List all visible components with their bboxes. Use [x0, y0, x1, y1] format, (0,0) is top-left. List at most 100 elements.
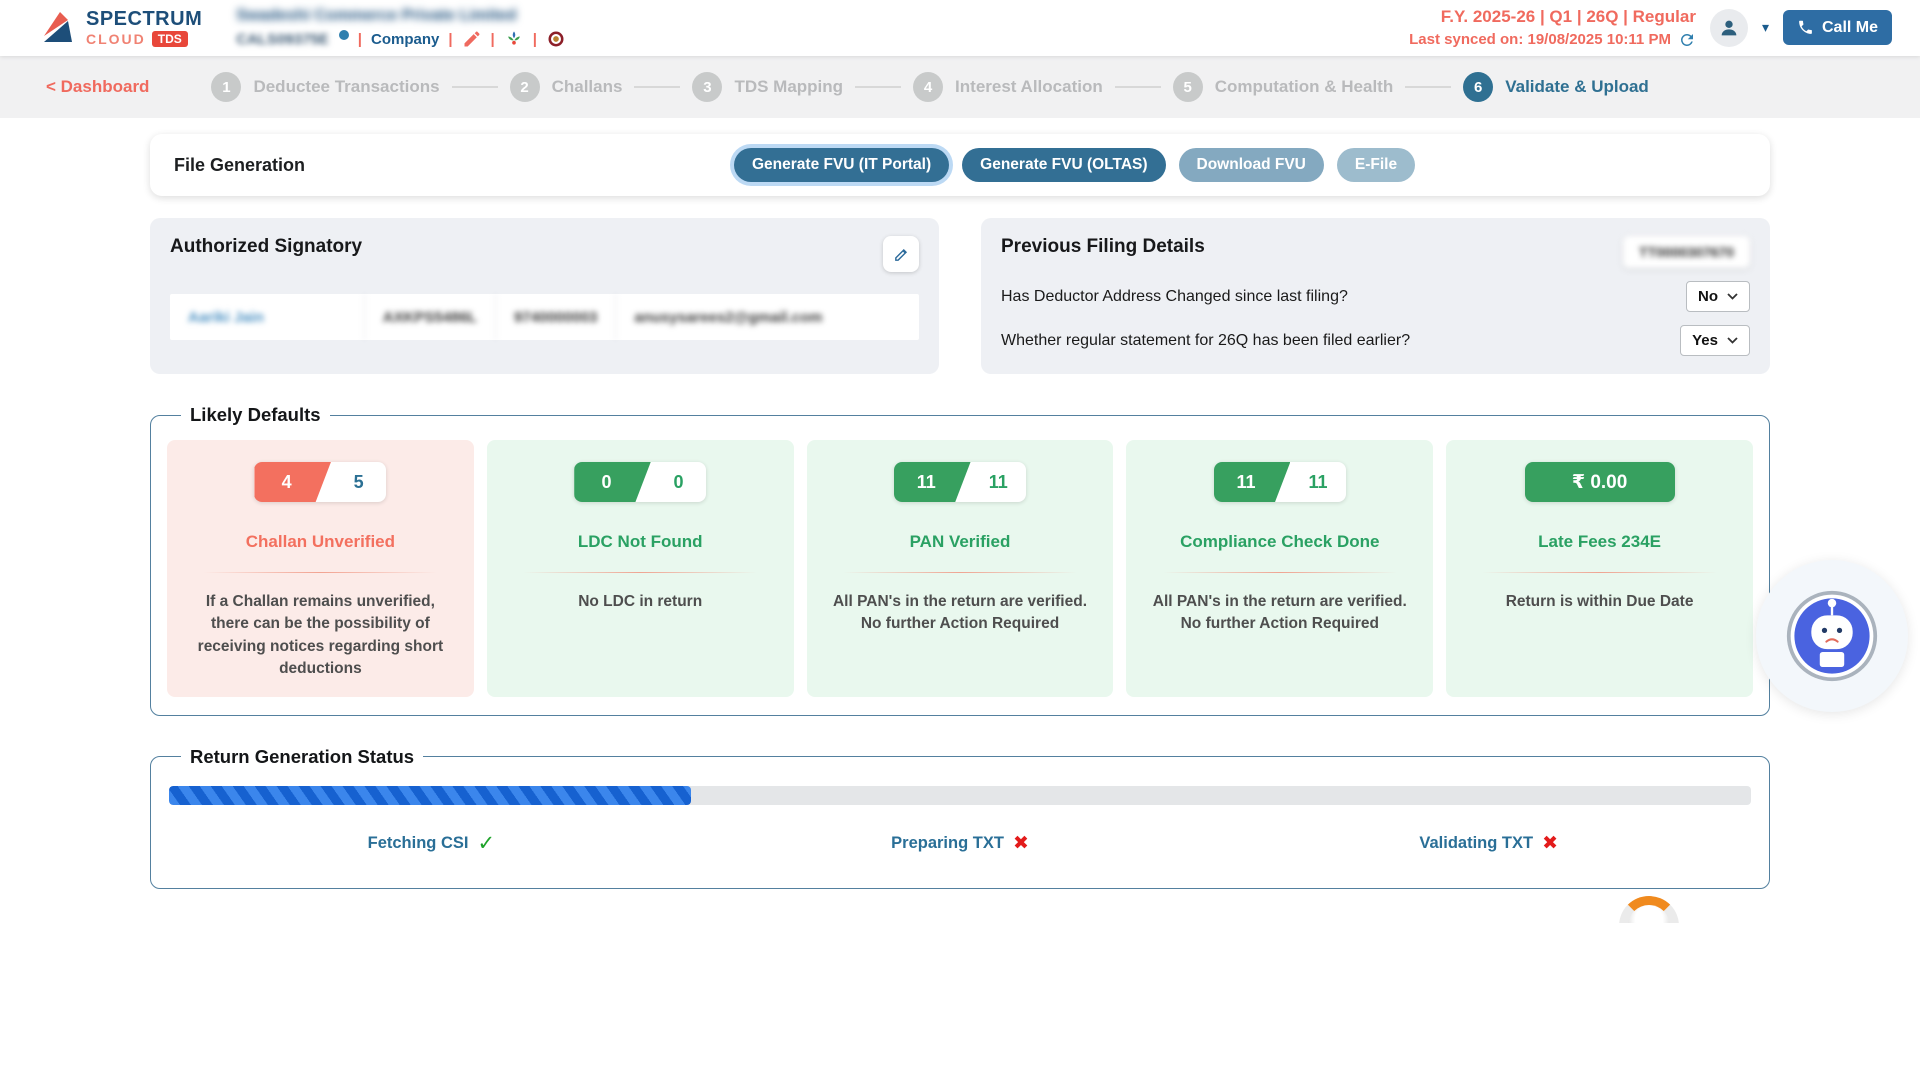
- defaults-count-badge: 0 0: [574, 462, 706, 502]
- regular-statement-value: Yes: [1692, 332, 1718, 349]
- step-label: Computation & Health: [1215, 77, 1394, 97]
- stage-label: Preparing TXT: [891, 834, 1004, 853]
- call-me-label: Call Me: [1822, 19, 1878, 37]
- separator: |: [448, 31, 452, 48]
- cross-icon: ✖: [1542, 832, 1558, 855]
- count-right: 11: [1290, 462, 1345, 502]
- count-right: 0: [651, 462, 706, 502]
- traces-flower-icon[interactable]: [504, 29, 524, 49]
- step-number: 6: [1463, 72, 1493, 102]
- info-dot-icon: [339, 30, 349, 40]
- edit-pencil-icon[interactable]: [462, 29, 482, 49]
- signatory-row: Aariki Jain AXKPS5486L 9740000003 anusys…: [170, 294, 919, 340]
- stage-label: Fetching CSI: [368, 834, 469, 853]
- step-computation-health[interactable]: 5 Computation & Health: [1173, 72, 1394, 102]
- download-fvu-button[interactable]: Download FVU: [1179, 148, 1324, 182]
- e-file-button[interactable]: E-File: [1337, 148, 1415, 182]
- spectrum-logo-icon: [38, 8, 78, 48]
- fy-quarter-form-text: F.Y. 2025-26 | Q1 | 26Q | Regular: [1409, 5, 1696, 30]
- stage-validating-txt: Validating TXT ✖: [1224, 831, 1753, 856]
- brand-logo: SPECTRUM CLOUD TDS: [38, 8, 202, 48]
- edit-pencil-icon: [893, 246, 910, 263]
- signatory-name[interactable]: Aariki Jain: [170, 294, 365, 340]
- compliance-check-card: 11 11 Compliance Check Done All PAN's in…: [1126, 440, 1433, 697]
- card-title: LDC Not Found: [578, 532, 703, 552]
- income-tax-emblem-icon[interactable]: [546, 29, 566, 49]
- address-changed-select[interactable]: No: [1686, 281, 1750, 312]
- divider: [843, 572, 1077, 573]
- card-title: Challan Unverified: [246, 532, 395, 552]
- divider: [203, 572, 437, 573]
- challan-unverified-card: 4 5 Challan Unverified If a Challan rema…: [167, 440, 474, 697]
- card-description: If a Challan remains unverified, there c…: [181, 591, 460, 681]
- company-block: Swadeshi Commerce Private Limited CALS09…: [236, 7, 566, 49]
- cross-icon: ✖: [1013, 832, 1029, 855]
- previous-filing-title: Previous Filing Details: [1001, 236, 1205, 258]
- count-right: 11: [971, 462, 1026, 502]
- step-connector: [855, 86, 901, 88]
- step-deductee-transactions[interactable]: 1 Deductee Transactions: [211, 72, 439, 102]
- generate-fvu-oltas-button[interactable]: Generate FVU (OLTAS): [962, 148, 1165, 182]
- step-connector: [634, 86, 680, 88]
- step-label: Interest Allocation: [955, 77, 1103, 97]
- step-connector: [1115, 86, 1161, 88]
- card-description: All PAN's in the return are verified. No…: [1140, 591, 1419, 636]
- late-fees-card: ₹ 0.00 Late Fees 234E Return is within D…: [1446, 440, 1753, 697]
- card-title: Late Fees 234E: [1538, 532, 1661, 552]
- step-number: 3: [692, 72, 722, 102]
- signatory-mobile: 9740000003: [496, 294, 616, 340]
- defaults-count-badge: 11 11: [894, 462, 1026, 502]
- separator: |: [533, 31, 537, 48]
- count-left: 11: [1214, 462, 1291, 502]
- tan-number: CALS09375E: [236, 31, 329, 48]
- main-content: File Generation Generate FVU (IT Portal)…: [0, 134, 1920, 889]
- brand-badge: TDS: [152, 31, 188, 47]
- signatory-email: anusysarees2@gmail.com: [616, 294, 919, 340]
- step-tds-mapping[interactable]: 3 TDS Mapping: [692, 72, 843, 102]
- card-description: No LDC in return: [568, 591, 712, 613]
- stage-preparing-txt: Preparing TXT ✖: [696, 831, 1225, 856]
- authorized-signatory-card: Authorized Signatory Aariki Jain AXKPS54…: [150, 218, 939, 374]
- generate-fvu-it-portal-button[interactable]: Generate FVU (IT Portal): [734, 148, 949, 182]
- divider: [1482, 572, 1716, 573]
- spinner-ring-icon: [1619, 896, 1679, 923]
- stage-fetching-csi: Fetching CSI ✓: [167, 831, 696, 856]
- company-link[interactable]: Company: [371, 31, 439, 48]
- authorized-signatory-title: Authorized Signatory: [170, 236, 362, 258]
- step-validate-upload[interactable]: 6 Validate & Upload: [1463, 72, 1649, 102]
- step-number: 2: [510, 72, 540, 102]
- count-left: 11: [894, 462, 971, 502]
- edit-signatory-button[interactable]: [883, 236, 919, 272]
- signatory-pan: AXKPS5486L: [365, 294, 496, 340]
- refresh-icon[interactable]: [1678, 31, 1696, 49]
- step-label: Deductee Transactions: [253, 77, 439, 97]
- previous-receipt-number: TT0000307670: [1623, 236, 1750, 268]
- chevron-down-icon: [1727, 337, 1738, 344]
- step-label: Validate & Upload: [1505, 77, 1649, 97]
- likely-defaults-panel: Likely Defaults 4 5 Challan Unverified I…: [150, 404, 1770, 716]
- step-challans[interactable]: 2 Challans: [510, 72, 623, 102]
- defaults-count-badge: 11 11: [1214, 462, 1346, 502]
- brand-line2: CLOUD: [86, 31, 146, 47]
- step-connector: [452, 86, 498, 88]
- regular-statement-select[interactable]: Yes: [1680, 325, 1750, 356]
- chevron-down-icon[interactable]: ▾: [1762, 19, 1769, 36]
- card-description: Return is within Due Date: [1496, 591, 1704, 613]
- late-fees-amount-badge: ₹ 0.00: [1525, 462, 1675, 502]
- count-left: 0: [574, 462, 651, 502]
- back-to-dashboard-link[interactable]: < Dashboard: [46, 77, 149, 97]
- robot-icon: [1785, 589, 1879, 683]
- address-changed-question: Has Deductor Address Changed since last …: [1001, 288, 1348, 306]
- fy-block: F.Y. 2025-26 | Q1 | 26Q | Regular Last s…: [1409, 5, 1696, 51]
- call-me-button[interactable]: Call Me: [1783, 10, 1892, 45]
- step-label: TDS Mapping: [734, 77, 843, 97]
- chatbot-widget-button[interactable]: [1756, 560, 1908, 712]
- return-generation-status-panel: Return Generation Status Fetching CSI ✓ …: [150, 746, 1770, 889]
- card-title: Compliance Check Done: [1180, 532, 1379, 552]
- previous-filing-card: Previous Filing Details TT0000307670 Has…: [981, 218, 1770, 374]
- company-name: Swadeshi Commerce Private Limited: [236, 7, 566, 25]
- separator: |: [358, 31, 362, 48]
- user-avatar[interactable]: [1710, 9, 1748, 47]
- file-generation-card: File Generation Generate FVU (IT Portal)…: [150, 134, 1770, 196]
- step-interest-allocation[interactable]: 4 Interest Allocation: [913, 72, 1103, 102]
